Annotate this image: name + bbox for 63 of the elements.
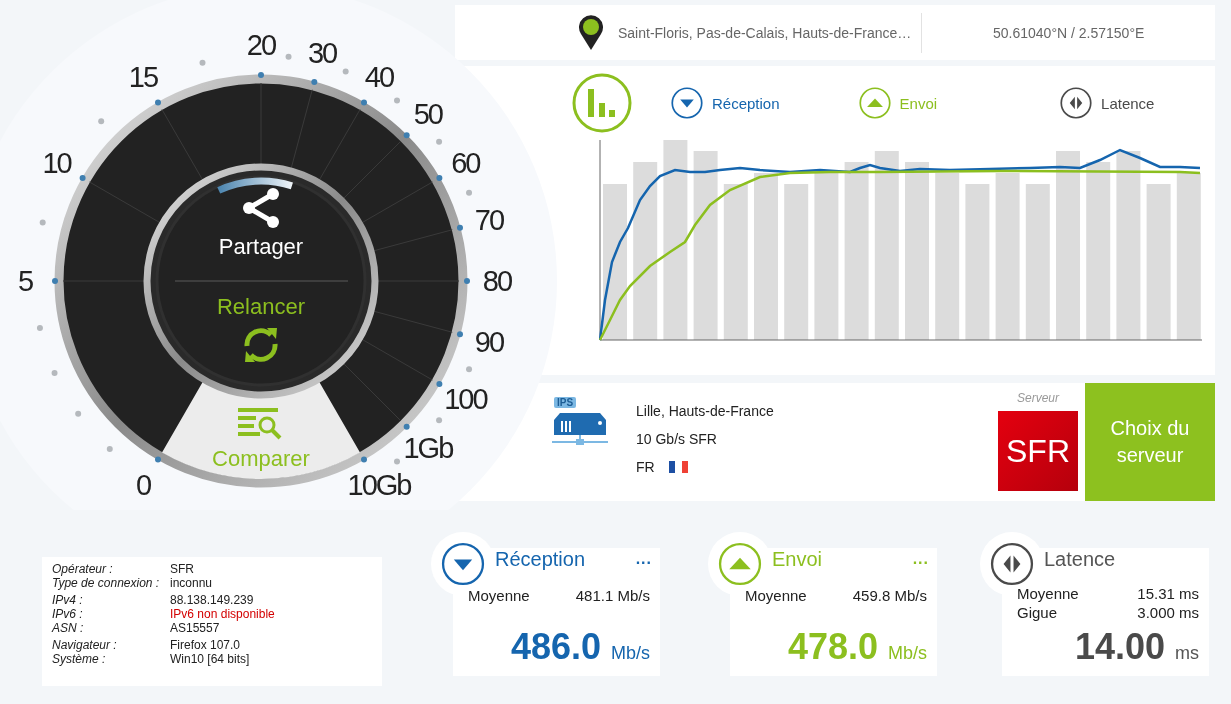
- scale-label: 20: [246, 28, 276, 62]
- server-bandwidth: 10 Gb/s SFR: [636, 431, 718, 447]
- scale-label: 0: [135, 468, 151, 502]
- info-value: 88.138.149.239: [170, 593, 255, 607]
- scale-label: 80: [482, 264, 512, 298]
- scale-label: 10: [42, 146, 71, 180]
- bar-chart-icon[interactable]: [572, 73, 632, 133]
- scale-label: 1Gb: [403, 431, 453, 465]
- info-value: Firefox 107.0: [170, 638, 242, 652]
- flag-icon: [668, 461, 688, 473]
- result-unit: Mb/s: [888, 643, 927, 664]
- coordinates-text: 50.61040°N / 2.57150°E: [992, 24, 1146, 41]
- list-search-icon: [238, 408, 284, 442]
- stat-value: 459.8 Mb/s: [852, 586, 927, 605]
- country-code: FR: [636, 459, 655, 475]
- scale-label: 100: [444, 382, 487, 416]
- share-button[interactable]: Partager: [196, 186, 326, 260]
- legend-item[interactable]: Latence: [1059, 86, 1155, 120]
- info-label: Opérateur :: [52, 562, 114, 576]
- info-label: Navigateur :: [52, 638, 118, 652]
- result-unit: Mb/s: [611, 643, 650, 664]
- scale-label: 5: [17, 264, 33, 298]
- info-label: Système :: [52, 652, 107, 666]
- stat-label: Gigue: [1017, 603, 1059, 622]
- server-caption: Serveur: [1017, 391, 1059, 405]
- result-unit: ms: [1175, 643, 1199, 664]
- info-label: IPv4 :: [52, 593, 84, 607]
- result-title: Latence: [1044, 548, 1116, 571]
- result-value: 486.0: [510, 626, 601, 668]
- more-button[interactable]: ...: [635, 550, 652, 568]
- result-title: Réception: [495, 548, 586, 571]
- provider-logo: SFR: [998, 411, 1078, 491]
- scale-label: 70: [474, 203, 504, 237]
- stat-value: 481.1 Mb/s: [575, 586, 650, 605]
- scale-label: 60: [451, 146, 480, 180]
- result-value: 478.0: [787, 626, 878, 668]
- scale-label: 50: [413, 97, 442, 131]
- info-label: ASN :: [52, 621, 85, 635]
- stat-value: 15.31 ms: [1137, 584, 1199, 603]
- legend-item[interactable]: Réception: [670, 86, 780, 120]
- info-value: SFR: [170, 562, 195, 576]
- info-label: IPv6 :: [52, 607, 84, 621]
- server-city: Lille, Hauts-de-France: [636, 403, 775, 419]
- restart-button[interactable]: Relancer: [196, 294, 326, 366]
- stat-label: Moyenne: [745, 586, 808, 605]
- scale-label: 15: [128, 60, 158, 94]
- scale-label: 40: [364, 60, 394, 94]
- info-label: Type de connexion :: [52, 576, 161, 590]
- stat-label: Moyenne: [468, 586, 531, 605]
- stat-value: 3.000 ms: [1137, 603, 1199, 622]
- info-value: AS15557: [170, 621, 221, 635]
- location-pin-icon: [578, 14, 604, 51]
- location-text: Saint-Floris, Pas-de-Calais, Hauts-de-France…: [618, 24, 912, 41]
- scale-label: 30: [307, 36, 337, 70]
- scale-label: 90: [474, 325, 504, 359]
- info-value: Win10 [64 bits]: [170, 652, 251, 666]
- info-value: IPv6 non disponible: [170, 607, 276, 621]
- result-value: 14.00: [1074, 626, 1165, 668]
- result-title: Envoi: [772, 548, 823, 571]
- info-value: inconnu: [170, 576, 214, 590]
- ips-tag: IPS: [554, 397, 577, 408]
- scale-label: 10Gb: [347, 468, 411, 502]
- stat-label: Moyenne: [1017, 584, 1080, 603]
